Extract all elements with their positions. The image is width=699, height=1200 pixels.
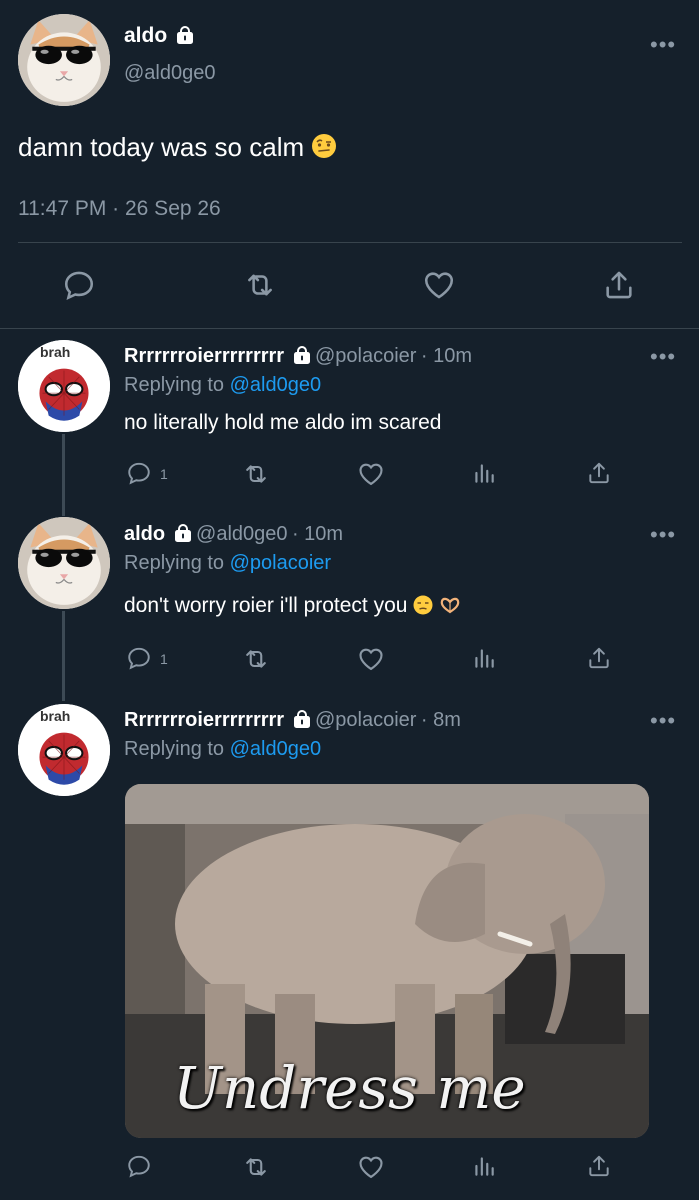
more-options-icon[interactable]: ••• (650, 710, 676, 732)
protected-lock-icon (176, 26, 194, 44)
analytics-icon[interactable] (471, 1153, 497, 1179)
reply-icon[interactable] (126, 1153, 152, 1179)
reply-icon[interactable] (62, 268, 96, 302)
reply1-author-handle[interactable]: @polacoier (315, 345, 416, 367)
thread-line (62, 434, 65, 516)
replying-to-link[interactable]: @polacoier (230, 552, 331, 574)
unamused-face-emoji-icon (413, 595, 433, 615)
retweet-icon[interactable] (242, 1153, 270, 1181)
like-icon[interactable] (357, 645, 385, 673)
divider (0, 328, 699, 329)
reply2-text: don't worry roier i'll protect you (124, 594, 408, 617)
main-author-name[interactable]: aldo (124, 24, 167, 47)
more-options-icon[interactable]: ••• (650, 524, 676, 546)
main-tweet-timestamp[interactable]: 11:47 PM · 26 Sep 26 (18, 197, 221, 221)
cat-sunglasses-avatar-image (18, 14, 110, 106)
main-author-name-row: aldo (124, 24, 194, 48)
reply-icon[interactable] (126, 460, 152, 486)
avatar-polacoier[interactable]: brah (18, 704, 110, 796)
replying-to-label: Replying to (124, 552, 225, 574)
analytics-icon[interactable] (471, 460, 497, 486)
reply3-time: · 8m (420, 709, 461, 731)
reply2-text-row: don't worry roier i'll protect you (124, 594, 461, 618)
like-icon[interactable] (422, 268, 456, 302)
share-icon[interactable] (586, 645, 612, 671)
replying-to-link[interactable]: @ald0ge0 (230, 738, 321, 760)
reply3-replying-to: Replying to @ald0ge0 (124, 738, 321, 761)
avatar-aldo[interactable] (18, 517, 110, 609)
main-author-handle[interactable]: @ald0ge0 (124, 62, 215, 85)
media-caption: Undress me (173, 1054, 526, 1122)
reply3-author-handle[interactable]: @polacoier (315, 709, 416, 731)
reply2-replying-to: Replying to @polacoier (124, 552, 331, 575)
heart-hands-emoji-icon (440, 597, 460, 614)
attached-media-image[interactable]: Undress me (125, 784, 649, 1138)
replying-to-link[interactable]: @ald0ge0 (230, 374, 321, 396)
like-icon[interactable] (357, 1153, 385, 1181)
protected-lock-icon (174, 524, 192, 542)
like-icon[interactable] (357, 460, 385, 488)
reply-icon[interactable] (126, 645, 152, 671)
more-options-icon[interactable]: ••• (650, 34, 676, 56)
protected-lock-icon (293, 710, 311, 728)
reply1-header: Rrrrrrroierrrrrrrrr @polacoier · 10m (124, 345, 472, 368)
reply1-time: · 10m (420, 345, 473, 367)
more-options-icon[interactable]: ••• (650, 346, 676, 368)
share-icon[interactable] (586, 460, 612, 486)
cat-sunglasses-avatar-image (18, 517, 110, 609)
reply3-author-name[interactable]: Rrrrrrroierrrrrrrrr (124, 709, 284, 731)
reply2-author-handle[interactable]: @ald0ge0 (196, 523, 287, 545)
retweet-icon[interactable] (242, 645, 270, 673)
reply3-header: Rrrrrrroierrrrrrrrr @polacoier · 8m (124, 709, 461, 732)
reply2-header: aldo @ald0ge0 · 10m (124, 523, 343, 546)
protected-lock-icon (293, 346, 311, 364)
main-tweet-text-row: damn today was so calm (18, 132, 337, 163)
replying-to-label: Replying to (124, 738, 225, 760)
replying-to-label: Replying to (124, 374, 225, 396)
raised-eyebrow-emoji-icon (312, 134, 337, 158)
reply-count: 1 (160, 466, 168, 482)
reply2-author-name[interactable]: aldo (124, 523, 165, 545)
reply1-author-name[interactable]: Rrrrrrroierrrrrrrrr (124, 345, 284, 367)
main-tweet-text: damn today was so calm (18, 132, 305, 162)
reply1-text: no literally hold me aldo im scared (124, 411, 442, 434)
avatar-label: brah (40, 344, 71, 360)
reply-count: 1 (160, 651, 168, 667)
share-icon[interactable] (586, 1153, 612, 1179)
avatar-label: brah (40, 708, 71, 724)
avatar-polacoier[interactable]: brah (18, 340, 110, 432)
avatar-aldo[interactable] (18, 14, 110, 106)
retweet-icon[interactable] (242, 460, 270, 488)
reply2-time: · 10m (291, 523, 344, 545)
thread-line (62, 611, 65, 701)
reply1-replying-to: Replying to @ald0ge0 (124, 374, 321, 397)
retweet-icon[interactable] (243, 268, 277, 302)
analytics-icon[interactable] (471, 645, 497, 671)
share-icon[interactable] (602, 268, 636, 302)
divider (18, 242, 682, 243)
